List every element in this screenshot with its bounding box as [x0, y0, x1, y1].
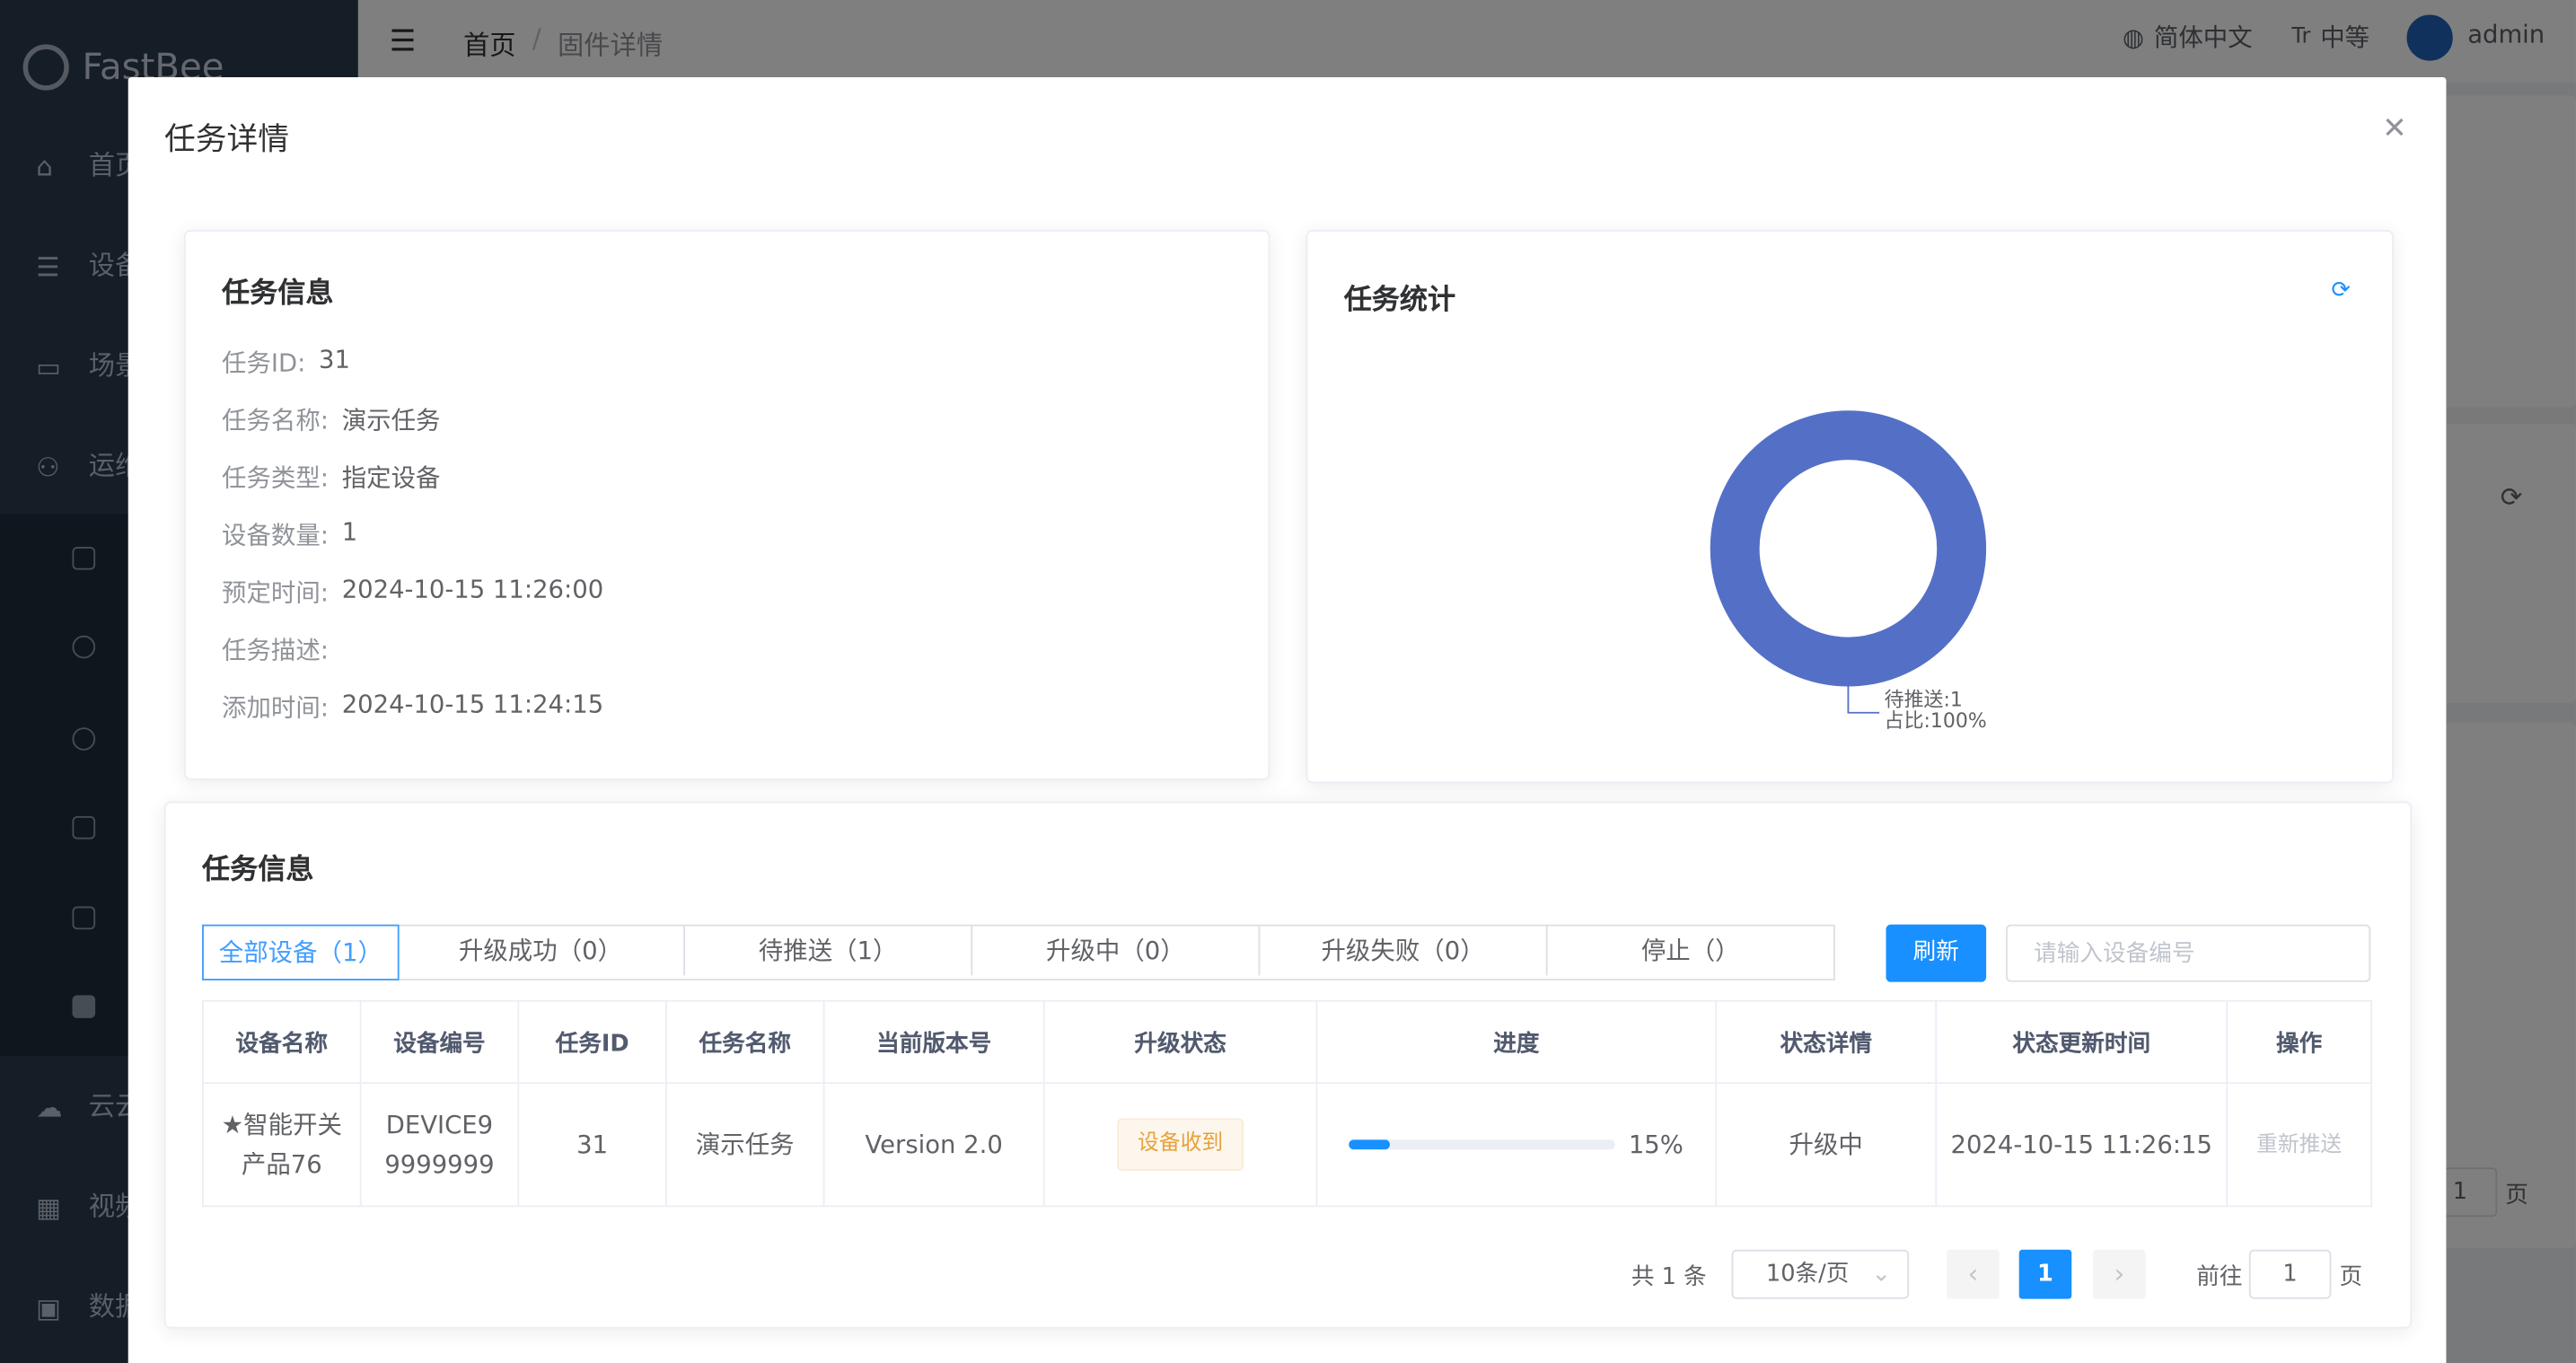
cell-task-name: 演示任务: [665, 1082, 825, 1208]
prev-page-button[interactable]: ‹: [1947, 1249, 2000, 1299]
page-size-select[interactable]: 10条/页 ⌄: [1731, 1249, 1910, 1299]
info-value: 1: [341, 517, 358, 548]
tab-upgrading[interactable]: 升级中（0）: [972, 926, 1261, 976]
dialog-title: 任务详情: [163, 121, 290, 158]
cell-device-name: ★智能开关产品76: [202, 1082, 362, 1208]
info-label: 任务ID:: [222, 347, 306, 378]
repush-link[interactable]: 重新推送: [2256, 1133, 2342, 1157]
cell-upgrade-status: 设备收到: [1042, 1082, 1318, 1208]
info-row-description: 任务描述:: [222, 632, 342, 666]
chart-label-percent: 占比:100%: [1885, 710, 1987, 733]
refresh-stats-icon[interactable]: ⟳: [2331, 277, 2350, 303]
col-task-name: 任务名称: [665, 999, 825, 1085]
chart-label-line: [1847, 684, 1880, 714]
goto-label: 前往: [2196, 1264, 2243, 1291]
donut-chart: 待推送:1 占比:100%: [1710, 410, 1987, 733]
info-label: 任务类型:: [222, 462, 330, 493]
info-value: 2024-10-15 11:24:15: [341, 690, 604, 720]
status-badge: 设备收到: [1118, 1118, 1244, 1172]
tab-stopped[interactable]: 停止（）: [1548, 926, 1833, 975]
info-row-task-name: 任务名称: 演示任务: [222, 402, 440, 436]
chart-label-count: 待推送:1: [1885, 689, 1963, 711]
cell-device-no: DEVICE99999999: [359, 1082, 520, 1208]
col-actions: 操作: [2226, 999, 2373, 1085]
cell-progress: 15%: [1315, 1082, 1718, 1208]
progress-track: [1349, 1139, 1616, 1150]
tab-failed[interactable]: 升级失败（0）: [1260, 926, 1548, 976]
next-page-button[interactable]: ›: [2093, 1249, 2146, 1299]
col-device-no: 设备编号: [359, 999, 520, 1085]
task-info-title: 任务信息: [222, 277, 334, 311]
info-label: 任务名称:: [222, 405, 330, 435]
goto-suffix: 页: [2339, 1264, 2363, 1291]
col-updated-time: 状态更新时间: [1935, 999, 2229, 1085]
donut-slice-0: [1710, 410, 1987, 687]
info-row-created-time: 添加时间: 2024-10-15 11:24:15: [222, 690, 603, 724]
info-row-device-count: 设备数量: 1: [222, 517, 357, 551]
cell-updated-time: 2024-10-15 11:26:15: [1935, 1082, 2229, 1208]
tab-pending[interactable]: 待推送（1）: [685, 926, 973, 976]
device-list-title: 任务信息: [202, 854, 314, 887]
goto-page-input[interactable]: 1: [2248, 1249, 2332, 1299]
pagination-total: 共 1 条: [1631, 1264, 1707, 1291]
info-value: 演示任务: [341, 405, 441, 435]
table-row: ★智能开关产品76 DEVICE99999999 31 演示任务 Version…: [202, 1082, 2373, 1208]
info-value: 指定设备: [341, 462, 441, 493]
cell-version: Version 2.0: [822, 1082, 1045, 1208]
col-progress: 进度: [1315, 999, 1718, 1085]
info-label: 任务描述:: [222, 635, 330, 665]
table-header-row: 设备名称 设备编号 任务ID 任务名称 当前版本号 升级状态 进度 状态详情 状…: [202, 999, 2373, 1085]
tab-all[interactable]: 全部设备（1）: [202, 924, 400, 980]
progress-fill: [1349, 1139, 1390, 1150]
chevron-down-icon: ⌄: [1871, 1261, 1891, 1288]
info-row-task-type: 任务类型: 指定设备: [222, 460, 440, 494]
info-label: 设备数量:: [222, 520, 330, 550]
page-size-value: 10条/页: [1765, 1261, 1850, 1288]
close-icon[interactable]: ✕: [2382, 111, 2407, 145]
progress-text: 15%: [1628, 1130, 1684, 1160]
info-row-task-id: 任务ID: 31: [222, 345, 350, 379]
info-label: 添加时间:: [222, 692, 330, 723]
cell-actions: 重新推送: [2226, 1082, 2373, 1208]
info-value: 2024-10-15 11:26:00: [341, 575, 604, 605]
cell-task-id: 31: [517, 1082, 667, 1208]
cell-status-detail: 升级中: [1715, 1082, 1938, 1208]
refresh-button[interactable]: 刷新: [1886, 924, 1987, 982]
info-value: 31: [319, 345, 350, 374]
col-version: 当前版本号: [822, 999, 1045, 1085]
status-tabs: 全部设备（1） 升级成功（0） 待推送（1） 升级中（0） 升级失败（0） 停止…: [202, 924, 1835, 980]
progress-bar: 15%: [1319, 1125, 1713, 1165]
col-upgrade-status: 升级状态: [1042, 999, 1318, 1085]
info-label: 预定时间:: [222, 577, 330, 608]
task-stats-title: 任务统计: [1343, 284, 1456, 317]
tab-success[interactable]: 升级成功（0）: [398, 926, 685, 976]
info-row-scheduled-time: 预定时间: 2024-10-15 11:26:00: [222, 575, 603, 609]
current-page-button[interactable]: 1: [2018, 1249, 2072, 1299]
col-device-name: 设备名称: [202, 999, 362, 1085]
col-status-detail: 状态详情: [1715, 999, 1938, 1085]
col-task-id: 任务ID: [517, 999, 667, 1085]
device-table: 设备名称 设备编号 任务ID 任务名称 当前版本号 升级状态 进度 状态详情 状…: [202, 999, 2373, 1208]
device-number-search-input[interactable]: [2006, 924, 2371, 982]
